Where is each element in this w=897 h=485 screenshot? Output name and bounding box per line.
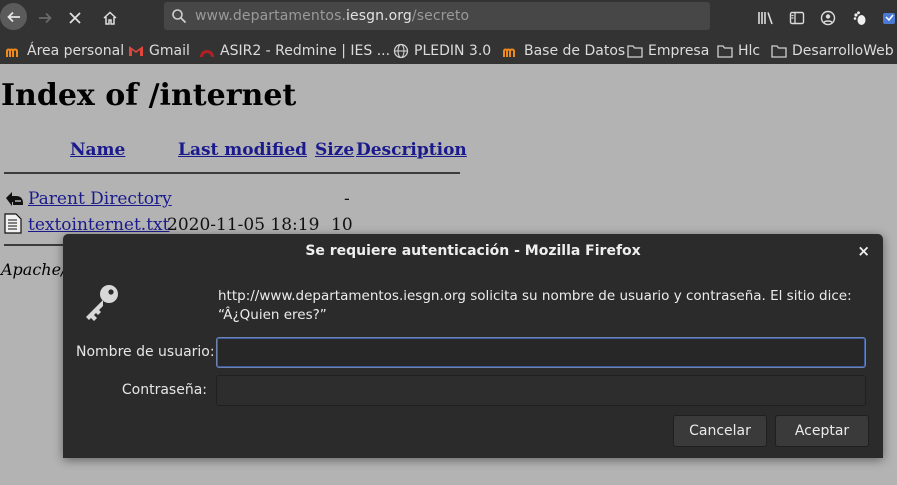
sidebar-button[interactable] bbox=[783, 4, 811, 32]
bookmark-label: Hlc bbox=[738, 43, 761, 59]
file-link-textointernet[interactable]: textointernet.txt bbox=[28, 215, 169, 235]
dialog-title: Se requiere autenticación - Mozilla Fire… bbox=[305, 243, 641, 259]
back-button[interactable] bbox=[0, 3, 27, 30]
column-header-last-modified[interactable]: Last modified bbox=[178, 140, 307, 160]
gnome-extension-button[interactable] bbox=[846, 4, 874, 32]
browser-toolbar: www.departamentos.iesgn.org/secreto bbox=[0, 0, 897, 36]
auth-dialog: Se requiere autenticación - Mozilla Fire… bbox=[63, 234, 883, 458]
sidebar-icon bbox=[789, 11, 805, 25]
bookmarks-toolbar: Área personal Gmail ASIR2 - Redmine | IE… bbox=[0, 36, 897, 64]
url-host: iesgn.org bbox=[346, 8, 412, 24]
cancel-button[interactable]: Cancelar bbox=[673, 415, 767, 447]
bookmark-pledin[interactable]: PLEDIN 3.0 bbox=[393, 42, 491, 60]
folder-icon bbox=[771, 43, 787, 59]
parent-directory-link[interactable]: Parent Directory bbox=[28, 189, 172, 209]
url-text[interactable]: www.departamentos.iesgn.org/secreto bbox=[195, 8, 469, 24]
library-icon bbox=[758, 12, 773, 25]
dialog-message-line: “Â¿Quien eres?” bbox=[218, 307, 327, 323]
moodle-icon bbox=[6, 43, 22, 59]
redmine-icon bbox=[199, 43, 215, 59]
dialog-message: http://www.departamentos.iesgn.org solic… bbox=[218, 287, 858, 325]
globe-icon bbox=[393, 43, 409, 59]
username-field[interactable] bbox=[216, 337, 866, 368]
folder-icon bbox=[627, 43, 643, 59]
page-title: Index of /internet bbox=[1, 78, 297, 113]
gmail-icon bbox=[128, 43, 144, 59]
home-icon bbox=[103, 11, 117, 25]
home-button[interactable] bbox=[96, 4, 124, 32]
password-field[interactable] bbox=[216, 375, 866, 406]
column-header-description[interactable]: Description bbox=[356, 140, 467, 160]
row-size: 10 bbox=[331, 215, 353, 235]
column-header-name[interactable]: Name bbox=[70, 140, 125, 160]
url-prefix: www.departamentos. bbox=[195, 8, 347, 24]
bookmark-label: PLEDIN 3.0 bbox=[414, 43, 492, 59]
bookmark-area-personal[interactable]: Área personal bbox=[6, 42, 124, 60]
moodle-icon bbox=[503, 43, 519, 59]
key-icon bbox=[86, 285, 118, 321]
dialog-message-line: http://www.departamentos.iesgn.org solic… bbox=[218, 288, 852, 304]
dialog-close-button[interactable]: × bbox=[857, 242, 870, 260]
text-file-icon bbox=[4, 213, 22, 234]
bookmark-folder-desarrolloweb[interactable]: DesarrolloWeb bbox=[771, 42, 894, 60]
extension-button[interactable] bbox=[879, 4, 897, 32]
bookmark-folder-empresa[interactable]: Empresa bbox=[627, 42, 709, 60]
search-icon bbox=[172, 9, 187, 24]
arrow-right-icon bbox=[39, 12, 52, 24]
bookmark-label: Área personal bbox=[27, 43, 125, 59]
bookmark-label: Empresa bbox=[648, 43, 710, 59]
bookmark-gmail[interactable]: Gmail bbox=[128, 42, 190, 60]
bookmark-asir2-redmine[interactable]: ASIR2 - Redmine | IES ... bbox=[199, 42, 390, 60]
stop-button[interactable] bbox=[61, 4, 89, 32]
accept-button[interactable]: Aceptar bbox=[775, 415, 869, 447]
row-size: - bbox=[344, 189, 350, 209]
extension-icon bbox=[883, 13, 895, 24]
bookmark-label: ASIR2 - Redmine | IES ... bbox=[220, 43, 391, 59]
password-label: Contraseña: bbox=[121, 382, 207, 398]
account-icon bbox=[820, 10, 836, 26]
bookmark-label: DesarrolloWeb bbox=[792, 43, 894, 59]
table-divider-bottom bbox=[4, 244, 64, 246]
library-button[interactable] bbox=[752, 4, 780, 32]
close-icon bbox=[69, 12, 81, 24]
bookmark-folder-hlc[interactable]: Hlc bbox=[717, 42, 760, 60]
url-bar[interactable]: www.departamentos.iesgn.org/secreto bbox=[164, 2, 710, 30]
account-button[interactable] bbox=[814, 4, 842, 32]
url-path: /secreto bbox=[411, 8, 470, 24]
back-folder-icon bbox=[6, 192, 23, 206]
table-divider-top bbox=[4, 172, 460, 174]
bookmark-label: Gmail bbox=[149, 43, 190, 59]
username-label: Nombre de usuario: bbox=[76, 344, 215, 360]
gnome-foot-icon bbox=[853, 11, 866, 25]
bookmark-base-de-datos[interactable]: Base de Datos bbox=[503, 42, 625, 60]
server-signature: Apache/ bbox=[1, 260, 67, 279]
column-header-size[interactable]: Size bbox=[315, 140, 354, 160]
forward-button[interactable] bbox=[31, 4, 59, 32]
bookmark-label: Base de Datos bbox=[524, 43, 626, 59]
folder-icon bbox=[717, 43, 733, 59]
row-last-modified: 2020-11-05 18:19 bbox=[167, 215, 320, 235]
arrow-left-icon bbox=[6, 11, 20, 22]
